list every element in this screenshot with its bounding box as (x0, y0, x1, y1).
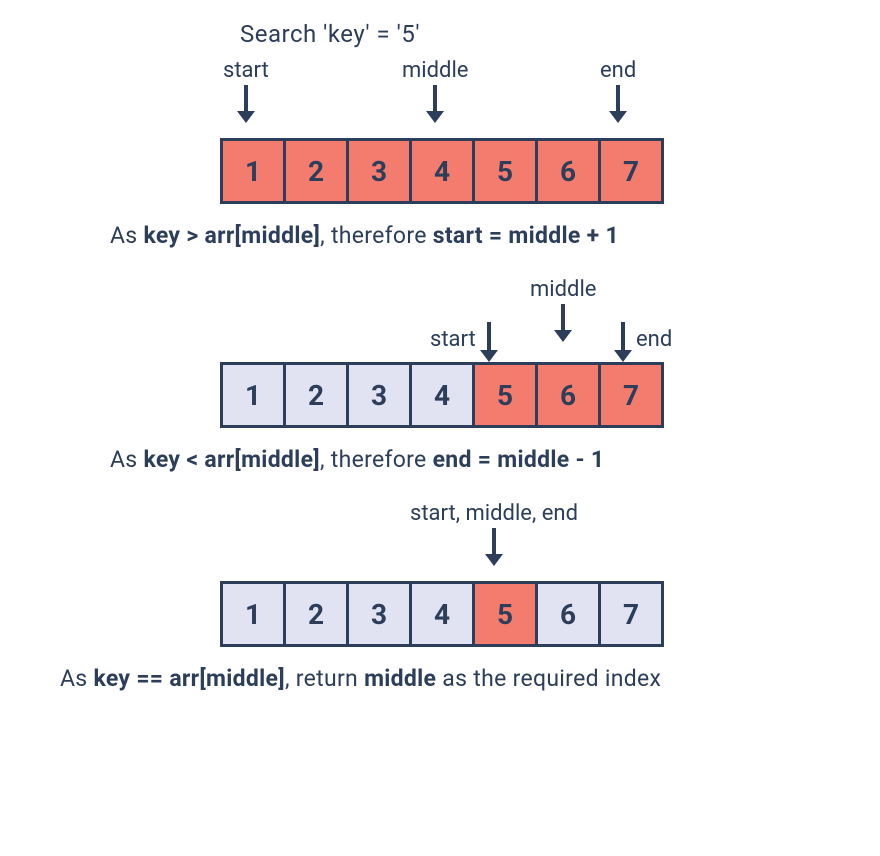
down-arrow-icon (234, 85, 258, 123)
caption-text: As (60, 665, 93, 692)
array-cell: 3 (346, 581, 412, 647)
pointer-row-2: start middle end (220, 277, 850, 362)
caption-bold: key < arr[middle] (143, 446, 319, 473)
pointer-combined-3: start, middle, end (410, 501, 578, 572)
array-cell: 7 (598, 362, 664, 428)
down-arrow-icon (423, 85, 447, 123)
array-cell: 7 (598, 581, 664, 647)
step-2: start middle end 1 2 3 4 5 6 7 As key < … (30, 277, 850, 473)
array-cell: 3 (346, 362, 412, 428)
caption-text: , therefore (320, 446, 433, 473)
array-cell: 2 (283, 581, 349, 647)
pointer-label: start (430, 327, 476, 352)
search-title: Search 'key' = '5' (240, 20, 850, 48)
array-cell: 4 (409, 138, 475, 204)
pointer-start-1: start (223, 58, 269, 129)
array-cell: 1 (220, 138, 286, 204)
array-cell: 2 (283, 362, 349, 428)
pointer-label: start, middle, end (410, 501, 578, 526)
array-cell: 1 (220, 362, 286, 428)
caption-bold: key > arr[middle] (143, 222, 320, 249)
pointer-label: end (636, 327, 672, 352)
step-3: start, middle, end 1 2 3 4 5 6 7 As key … (30, 501, 850, 692)
array-cell: 3 (346, 138, 412, 204)
array-cell: 5 (472, 581, 538, 647)
array-row-1: 1 2 3 4 5 6 7 (220, 138, 850, 204)
array-row-2: 1 2 3 4 5 6 7 (220, 362, 850, 428)
array-cell: 2 (283, 138, 349, 204)
array-cell: 5 (472, 362, 538, 428)
array-cell: 1 (220, 581, 286, 647)
down-arrow-icon (478, 322, 500, 362)
pointer-row-3: start, middle, end (220, 501, 850, 581)
caption-text: as the required index (436, 665, 661, 692)
caption-3: As key == arr[middle], return middle as … (60, 665, 850, 692)
pointer-label: middle (402, 58, 468, 83)
caption-1: As key > arr[middle], therefore start = … (110, 222, 850, 249)
step-1: Search 'key' = '5' start middle end 1 2 … (30, 20, 850, 249)
pointer-label: end (600, 58, 636, 83)
caption-text: As (110, 446, 143, 473)
down-arrow-icon (612, 322, 634, 362)
caption-text: As (110, 222, 143, 249)
array-cell: 4 (409, 581, 475, 647)
pointer-start-2: start (430, 322, 500, 362)
array-cell: 7 (598, 138, 664, 204)
caption-text: , return (285, 665, 364, 692)
pointer-end-1: end (600, 58, 636, 129)
pointer-middle-1: middle (402, 58, 468, 129)
pointer-label: middle (530, 277, 596, 302)
down-arrow-icon (482, 528, 506, 566)
array-row-3: 1 2 3 4 5 6 7 (220, 581, 850, 647)
array-cell: 6 (535, 581, 601, 647)
down-arrow-icon (551, 304, 575, 342)
array-cell: 6 (535, 138, 601, 204)
array-cell: 4 (409, 362, 475, 428)
caption-bold: key == arr[middle] (93, 665, 284, 692)
caption-bold: start = middle + 1 (433, 222, 619, 249)
caption-bold: end = middle - 1 (433, 446, 605, 473)
pointer-row-1: start middle end (220, 58, 850, 138)
pointer-middle-2: middle (530, 277, 596, 348)
down-arrow-icon (606, 85, 630, 123)
pointer-label: start (223, 58, 269, 83)
pointer-end-2: end (612, 322, 672, 362)
caption-bold: middle (364, 665, 436, 692)
array-cell: 5 (472, 138, 538, 204)
array-cell: 6 (535, 362, 601, 428)
caption-text: , therefore (320, 222, 433, 249)
caption-2: As key < arr[middle], therefore end = mi… (110, 446, 850, 473)
